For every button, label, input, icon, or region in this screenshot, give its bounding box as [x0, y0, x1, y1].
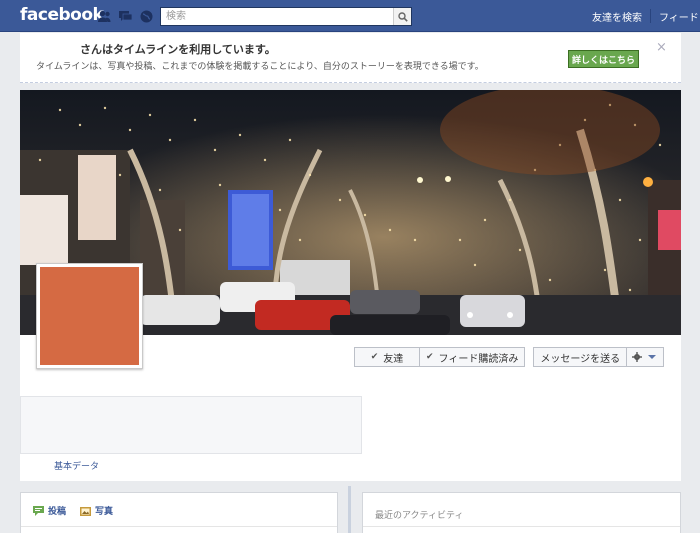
profile-picture [40, 267, 139, 365]
top-navigation-bar: facebook 友達を検索 フィード [0, 0, 700, 32]
recent-activity-box: 最近のアクティビティ [362, 492, 681, 533]
composer-tabs: 投稿 写真 [33, 504, 113, 517]
nav-separator [650, 9, 651, 23]
composer-box: 投稿 写真 [20, 492, 338, 533]
search-input[interactable] [161, 8, 391, 25]
chevron-down-icon [648, 355, 657, 359]
photo-icon [80, 506, 92, 516]
banner-title: さんはタイムラインを利用しています。 [80, 43, 276, 56]
profile-actions: ✔ 友達 ✔ フィード購読済み メッセージを送る [354, 347, 665, 367]
recent-activity-title: 最近のアクティビティ [375, 511, 464, 521]
friend-button-label: 友達 [383, 353, 404, 365]
timeline-spine [348, 486, 351, 533]
gear-icon [632, 352, 643, 362]
messages-icon[interactable] [118, 9, 133, 24]
tab-photo[interactable]: 写真 [80, 504, 113, 517]
friend-button[interactable]: ✔ 友達 [354, 347, 420, 367]
top-right-links: 友達を検索 フィード [592, 0, 699, 32]
activity-divider [363, 526, 680, 527]
facebook-logo[interactable]: facebook [20, 5, 104, 25]
find-friends-link[interactable]: 友達を検索 [592, 9, 642, 24]
profile-info-box [20, 396, 362, 454]
composer-divider [21, 526, 337, 527]
subscribed-feed-label: フィード購読済み [438, 353, 519, 365]
search-button[interactable] [393, 8, 411, 25]
close-icon[interactable]: × [656, 40, 667, 55]
friend-requests-icon[interactable] [97, 9, 112, 24]
jewel-icons [97, 9, 154, 24]
checkmark-icon: ✔ [370, 352, 379, 362]
post-icon [33, 505, 44, 516]
search-box [160, 7, 412, 26]
search-icon [397, 11, 408, 22]
friend-feed-button-group: ✔ 友達 ✔ フィード購読済み [354, 347, 526, 367]
basic-info-link[interactable]: 基本データ [54, 459, 99, 472]
checkmark-icon: ✔ [426, 352, 434, 362]
settings-dropdown-button[interactable] [627, 347, 665, 367]
message-button-group: メッセージを送る [533, 347, 665, 367]
feed-link[interactable]: フィード [659, 9, 699, 24]
learn-more-button[interactable]: 詳しくはこちら [568, 50, 639, 68]
profile-picture-frame[interactable] [36, 263, 143, 369]
timeline-intro-banner: さんはタイムラインを利用しています。 タイムラインは、写真や投稿、これまでの体験… [20, 33, 681, 83]
tab-photo-label: 写真 [95, 507, 114, 517]
notifications-globe-icon[interactable] [139, 9, 154, 24]
banner-description: タイムラインは、写真や投稿、これまでの体験を掲載することにより、自分のストーリー… [36, 62, 484, 72]
send-message-button[interactable]: メッセージを送る [533, 347, 628, 367]
subscribed-feed-button[interactable]: ✔ フィード購読済み [420, 347, 526, 367]
tab-post[interactable]: 投稿 [33, 504, 66, 517]
tab-post-label: 投稿 [48, 507, 67, 517]
